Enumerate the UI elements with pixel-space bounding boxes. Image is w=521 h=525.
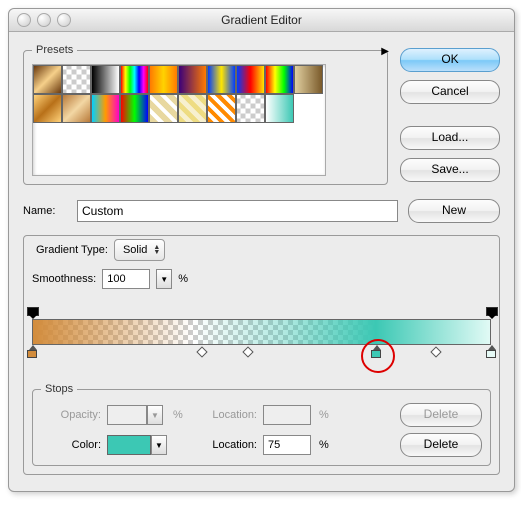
opacity-stop[interactable] [27,307,37,317]
presets-group: Presets ▶ [23,44,388,185]
preset-swatch[interactable] [265,65,294,94]
stops-group: Stops Opacity: ▼ % Location: % Delete Co… [32,383,491,466]
color-swatch[interactable] [107,435,151,455]
color-stops-track[interactable] [32,345,491,357]
preset-swatch[interactable] [91,65,120,94]
preset-swatch[interactable] [294,65,323,94]
preset-swatch[interactable] [120,65,149,94]
midpoint-diamond[interactable] [242,346,253,357]
delete-color-stop-button[interactable]: Delete [400,433,482,457]
stops-label: Stops [41,383,77,395]
preset-swatch[interactable] [62,65,91,94]
titlebar[interactable]: Gradient Editor [9,9,514,32]
save-button[interactable]: Save... [400,158,500,182]
gradient-type-label: Gradient Type: [36,244,108,256]
presets-label: Presets [32,44,77,56]
opacity-location-input [263,405,311,425]
color-stop[interactable] [371,345,381,357]
opacity-stops-track[interactable] [32,307,491,319]
smoothness-input[interactable] [102,269,150,289]
preset-swatch[interactable] [91,94,120,123]
smoothness-label: Smoothness: [32,273,96,285]
presets-menu-arrow-icon[interactable]: ▶ [381,46,389,57]
color-location-label: Location: [197,439,257,451]
load-button[interactable]: Load... [400,126,500,150]
window-title: Gradient Editor [9,9,514,31]
new-button[interactable]: New [408,199,500,223]
preset-swatch[interactable] [149,65,178,94]
preset-swatch[interactable] [178,94,207,123]
popup-arrows-icon: ▲▼ [153,245,160,255]
gradient-editor-window: Gradient Editor Presets ▶ OK Cancel Load… [8,8,515,492]
opacity-location-label: Location: [197,409,257,421]
preset-swatch[interactable] [120,94,149,123]
opacity-dropdown-icon: ▼ [147,405,163,425]
smoothness-unit: % [178,273,188,285]
preset-swatch[interactable] [207,65,236,94]
opacity-label: Opacity: [41,409,101,421]
color-stop[interactable] [486,345,496,357]
color-location-unit: % [319,439,337,451]
preset-swatch[interactable] [33,94,62,123]
preset-swatch[interactable] [178,65,207,94]
preset-swatch[interactable] [236,65,265,94]
name-input[interactable] [77,200,398,222]
name-label: Name: [23,205,67,217]
midpoint-diamond[interactable] [430,346,441,357]
gradient-settings-group: Gradient Type: Solid ▲▼ Smoothness: ▼ % [23,235,500,475]
opacity-location-unit: % [319,409,337,421]
opacity-unit: % [173,409,191,421]
opacity-stop[interactable] [486,307,496,317]
ok-button[interactable]: OK [400,48,500,72]
preset-swatch[interactable] [265,94,294,123]
gradient-type-value: Solid [123,244,147,256]
color-label: Color: [41,439,101,451]
window-zoom-button[interactable] [57,13,71,27]
delete-opacity-stop-button: Delete [400,403,482,427]
preset-swatch[interactable] [149,94,178,123]
color-location-input[interactable] [263,435,311,455]
preset-swatch[interactable] [33,65,62,94]
gradient-bar[interactable] [32,319,491,345]
midpoint-diamond[interactable] [196,346,207,357]
window-close-button[interactable] [17,13,31,27]
preset-swatch[interactable] [207,94,236,123]
window-minimize-button[interactable] [37,13,51,27]
color-stop[interactable] [27,345,37,357]
preset-swatch[interactable] [62,94,91,123]
smoothness-dropdown-icon[interactable]: ▼ [156,269,172,289]
presets-list[interactable] [32,64,326,176]
cancel-button[interactable]: Cancel [400,80,500,104]
preset-swatch[interactable] [236,94,265,123]
color-dropdown-icon[interactable]: ▼ [151,435,167,455]
opacity-input [107,405,147,425]
gradient-type-popup[interactable]: Solid ▲▼ [114,239,165,261]
